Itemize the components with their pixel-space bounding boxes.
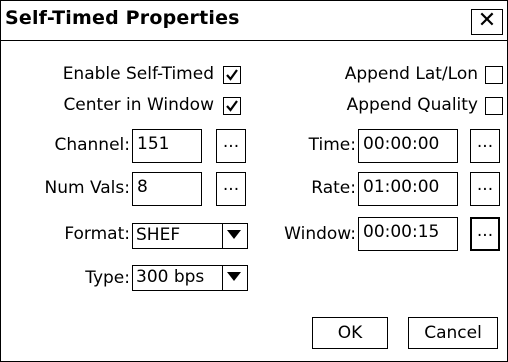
num-vals-input[interactable]: 8 xyxy=(132,172,202,206)
time-input[interactable]: 00:00:00 xyxy=(358,129,458,163)
close-button[interactable]: ✕ xyxy=(471,9,503,35)
type-label: Type: xyxy=(85,268,130,288)
channel-label: Channel: xyxy=(54,135,130,155)
type-dropdown-arrow[interactable] xyxy=(222,266,247,290)
title-bar: Self-Timed Properties ✕ xyxy=(1,1,507,41)
time-browse-button[interactable]: ... xyxy=(470,129,500,163)
rate-browse-button[interactable]: ... xyxy=(470,172,500,206)
format-label: Format: xyxy=(64,224,130,244)
window-browse-button[interactable]: ... xyxy=(470,217,500,251)
window-label: Window: xyxy=(284,224,356,244)
rate-label: Rate: xyxy=(311,178,356,198)
check-icon xyxy=(226,69,238,81)
type-select[interactable]: 300 bps xyxy=(132,265,248,291)
chevron-down-icon xyxy=(227,272,241,281)
time-label: Time: xyxy=(308,135,356,155)
format-select-value: SHEF xyxy=(136,225,181,245)
chevron-down-icon xyxy=(227,230,241,239)
cancel-button[interactable]: Cancel xyxy=(408,317,498,349)
ok-button[interactable]: OK xyxy=(312,317,388,349)
window-input[interactable]: 00:00:15 xyxy=(358,217,458,251)
format-select[interactable]: SHEF xyxy=(132,223,248,249)
num-vals-label: Num Vals: xyxy=(44,178,131,198)
enable-self-timed-checkbox[interactable] xyxy=(223,66,241,84)
rate-input[interactable]: 01:00:00 xyxy=(358,172,458,206)
channel-input[interactable]: 151 xyxy=(132,129,202,163)
append-quality-label: Append Quality xyxy=(346,95,478,115)
type-select-value: 300 bps xyxy=(136,267,205,287)
enable-self-timed-label: Enable Self-Timed xyxy=(62,64,214,84)
center-in-window-checkbox[interactable] xyxy=(223,97,241,115)
channel-browse-button[interactable]: ... xyxy=(216,129,246,163)
append-lat-lon-label: Append Lat/Lon xyxy=(344,64,478,84)
append-lat-lon-checkbox[interactable] xyxy=(485,66,503,84)
format-dropdown-arrow[interactable] xyxy=(222,224,247,248)
num-vals-browse-button[interactable]: ... xyxy=(216,172,246,206)
append-quality-checkbox[interactable] xyxy=(485,97,503,115)
check-icon xyxy=(226,100,238,112)
center-in-window-label: Center in Window xyxy=(63,95,214,115)
dialog-title: Self-Timed Properties xyxy=(5,7,240,29)
